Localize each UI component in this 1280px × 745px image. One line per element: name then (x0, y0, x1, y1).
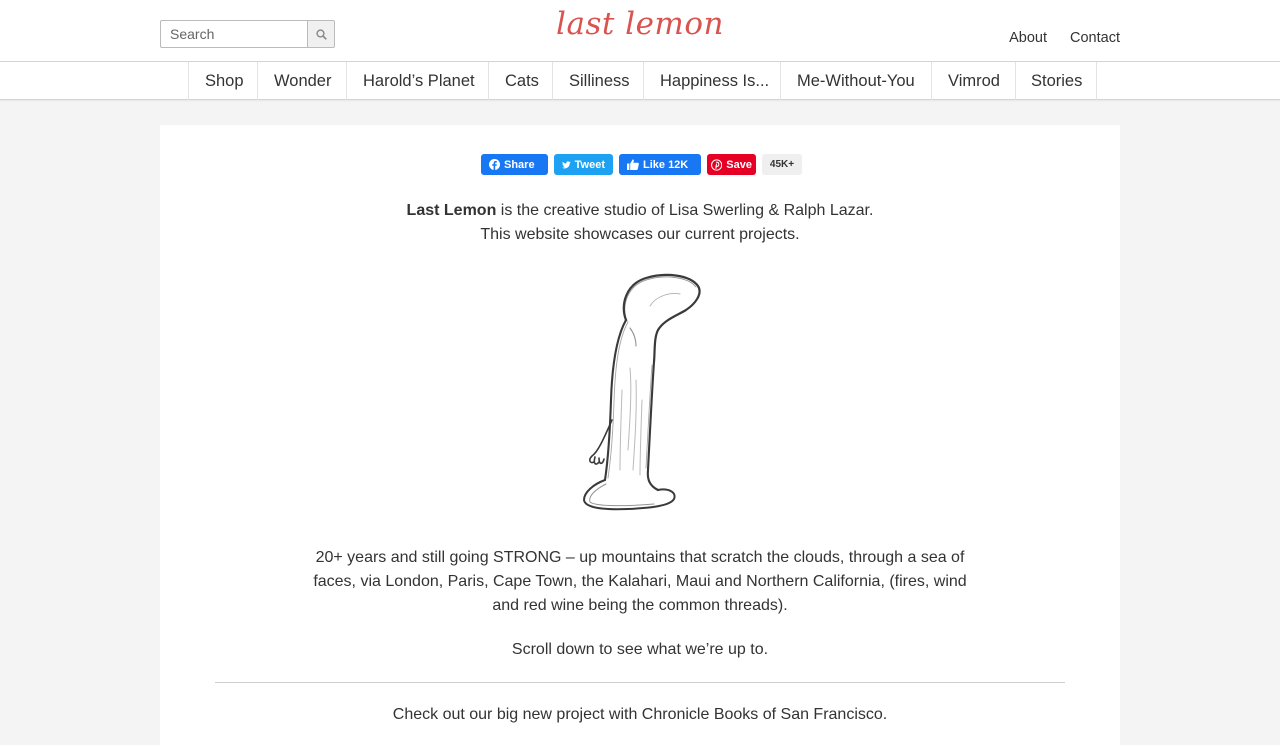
brand-name: Last Lemon (406, 202, 497, 219)
top-links: About Contact (1009, 30, 1120, 46)
search-icon (315, 28, 327, 40)
pinterest-save-label: Save (726, 158, 752, 171)
content-card: Share Tweet Like 12K Save 45K+ Last Lemo… (160, 125, 1120, 745)
facebook-icon (489, 159, 500, 170)
site-logo[interactable]: last lemon (540, 6, 740, 42)
nav-item-silliness[interactable]: Silliness (552, 62, 643, 100)
twitter-icon (562, 160, 571, 168)
share-count-badge: 45K+ (762, 154, 802, 175)
nav-item-vimrod[interactable]: Vimrod (931, 62, 1015, 100)
thumbs-up-icon (627, 159, 639, 170)
facebook-share-label: Share (504, 158, 535, 171)
intro-text: Last Lemon is the creative studio of Lis… (160, 199, 1120, 247)
search-input[interactable] (160, 20, 307, 48)
scroll-hint: Scroll down to see what we’re up to. (511, 641, 769, 658)
facebook-like-button[interactable]: Like 12K (619, 154, 701, 175)
nav-item-happiness-is[interactable]: Happiness Is... (643, 62, 780, 100)
nav-item-stories[interactable]: Stories (1015, 62, 1097, 100)
sketch-character-illustration (570, 270, 710, 520)
twitter-tweet-button[interactable]: Tweet (554, 154, 613, 175)
nav-item-shop[interactable]: Shop (188, 62, 257, 100)
main-nav: Shop Wonder Harold’s Planet Cats Silline… (0, 62, 1280, 100)
promo-text: Check out our big new project with Chron… (392, 706, 888, 723)
header: last lemon About Contact (0, 0, 1280, 62)
history-paragraph: 20+ years and still going STRONG – up mo… (313, 549, 967, 614)
intro-line-2: This website showcases our current proje… (480, 226, 800, 243)
facebook-share-button[interactable]: Share (481, 154, 548, 175)
nav-item-wonder[interactable]: Wonder (257, 62, 346, 100)
nav-item-cats[interactable]: Cats (488, 62, 552, 100)
pinterest-save-button[interactable]: Save (707, 154, 756, 175)
intro-line-1: Last Lemon is the creative studio of Lis… (160, 199, 1120, 223)
intro-line-1-rest: is the creative studio of Lisa Swerling … (496, 202, 874, 219)
pinterest-icon (711, 158, 723, 171)
about-link[interactable]: About (1009, 30, 1047, 46)
divider (215, 682, 1065, 683)
share-buttons: Share Tweet Like 12K Save 45K+ (481, 154, 802, 175)
search-form (160, 20, 335, 48)
nav-item-me-without-you[interactable]: Me-Without-You (780, 62, 931, 100)
facebook-like-label: Like 12K (643, 158, 689, 171)
twitter-tweet-label: Tweet (574, 158, 605, 171)
contact-link[interactable]: Contact (1070, 30, 1120, 46)
search-button[interactable] (307, 20, 335, 48)
nav-item-harolds-planet[interactable]: Harold’s Planet (346, 62, 488, 100)
